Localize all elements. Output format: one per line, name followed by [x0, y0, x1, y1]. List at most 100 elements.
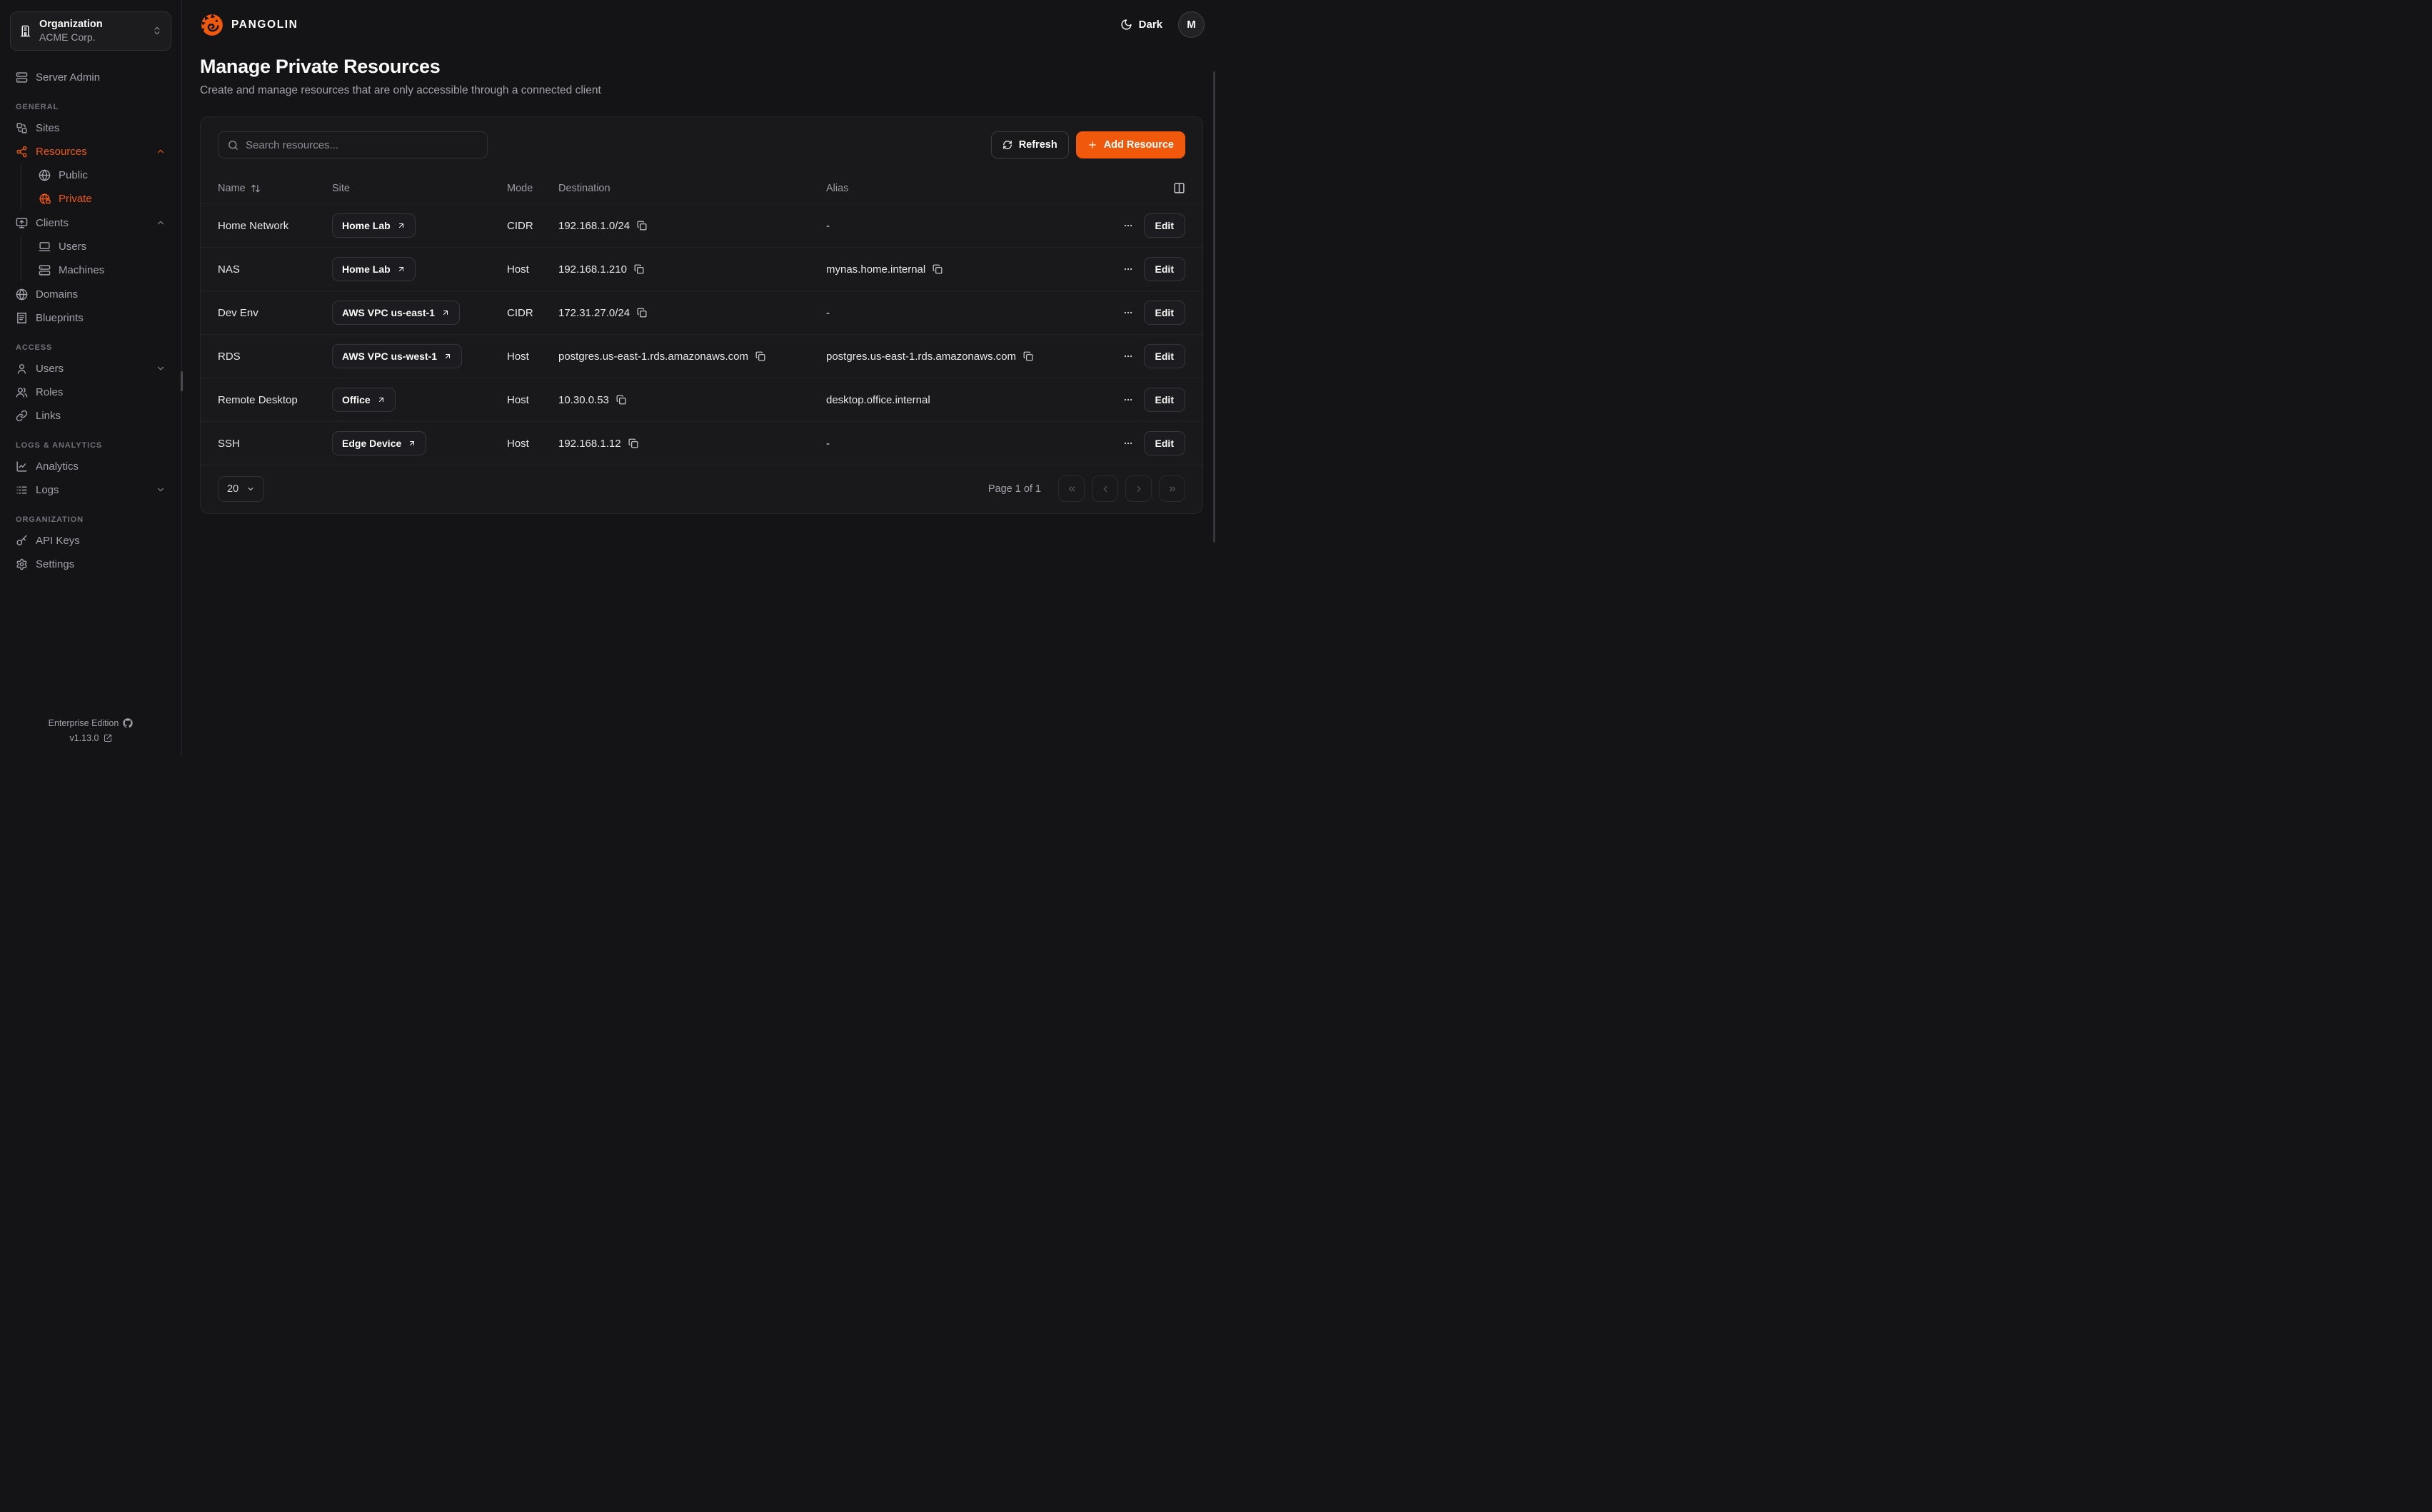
- cell-site: Home Lab: [332, 257, 507, 281]
- sidebar-item-links[interactable]: Links: [10, 405, 171, 427]
- sidebar-item-sites[interactable]: Sites: [10, 117, 171, 139]
- sidebar-item-server-admin[interactable]: Server Admin: [10, 66, 171, 89]
- edit-button[interactable]: Edit: [1144, 388, 1185, 412]
- column-visibility-button[interactable]: [1173, 182, 1185, 194]
- card-toolbar: Refresh Add Resource: [201, 117, 1202, 173]
- chevron-up-icon: [156, 218, 166, 228]
- sidebar-item-analytics[interactable]: Analytics: [10, 455, 171, 478]
- topbar-right: Dark M: [1120, 11, 1205, 38]
- sidebar-item-clients[interactable]: Clients: [10, 212, 171, 234]
- row-menu-button[interactable]: [1123, 395, 1133, 405]
- cell-site: Edge Device: [332, 431, 507, 455]
- copy-alias-button[interactable]: [1023, 351, 1033, 361]
- edition-row[interactable]: Enterprise Edition: [49, 718, 134, 728]
- cell-destination: 10.30.0.53: [558, 394, 826, 406]
- search-input[interactable]: [246, 139, 478, 151]
- table-row: SSH Edge Device Host 192.168.1.12 - Edit: [201, 422, 1202, 465]
- copy-destination-button[interactable]: [616, 395, 626, 405]
- external-link-icon: [104, 734, 112, 742]
- row-menu-button[interactable]: [1123, 351, 1133, 361]
- sidebar-item-resources[interactable]: Resources: [10, 141, 171, 163]
- row-menu-button[interactable]: [1123, 264, 1133, 274]
- page-size-select[interactable]: 20: [218, 476, 264, 502]
- sidebar-item-roles[interactable]: Roles: [10, 381, 171, 403]
- sidebar-item-label: Machines: [59, 264, 104, 276]
- first-page-button[interactable]: [1058, 475, 1085, 502]
- sidebar-item-client-users[interactable]: Users: [33, 236, 171, 258]
- cell-destination: postgres.us-east-1.rds.amazonaws.com: [558, 351, 826, 363]
- cell-site: Office: [332, 388, 507, 412]
- ellipsis-icon: [1123, 308, 1133, 318]
- cell-name: SSH: [218, 438, 332, 450]
- cell-destination: 192.168.1.0/24: [558, 220, 826, 232]
- next-page-button[interactable]: [1125, 475, 1152, 502]
- row-menu-button[interactable]: [1123, 221, 1133, 231]
- column-label: Name: [218, 183, 246, 194]
- edit-button[interactable]: Edit: [1144, 213, 1185, 238]
- sidebar-item-api-keys[interactable]: API Keys: [10, 530, 171, 552]
- copy-destination-button[interactable]: [634, 264, 644, 274]
- edit-button[interactable]: Edit: [1144, 257, 1185, 281]
- add-resource-button[interactable]: Add Resource: [1076, 131, 1185, 158]
- cell-actions: Edit: [1078, 431, 1185, 455]
- cell-site: AWS VPC us-west-1: [332, 344, 507, 368]
- table-row: RDS AWS VPC us-west-1 Host postgres.us-e…: [201, 335, 1202, 378]
- sidebar-item-logs[interactable]: Logs: [10, 479, 171, 501]
- theme-toggle[interactable]: Dark: [1120, 19, 1162, 31]
- row-menu-button[interactable]: [1123, 438, 1133, 448]
- copy-icon: [628, 438, 638, 448]
- refresh-button[interactable]: Refresh: [991, 131, 1069, 158]
- last-page-button[interactable]: [1159, 475, 1185, 502]
- sort-icon: [251, 183, 261, 193]
- column-header-name[interactable]: Name: [218, 183, 332, 194]
- table-row: Home Network Home Lab CIDR 192.168.1.0/2…: [201, 204, 1202, 248]
- avatar[interactable]: M: [1178, 11, 1205, 38]
- server-icon: [16, 71, 28, 84]
- site-link[interactable]: Edge Device: [332, 431, 426, 455]
- sidebar-item-blueprints[interactable]: Blueprints: [10, 307, 171, 329]
- destination-value: 192.168.1.0/24: [558, 220, 630, 232]
- org-name: ACME Corp.: [39, 31, 144, 44]
- column-header-alias: Alias: [826, 183, 1078, 194]
- search-box[interactable]: [218, 131, 488, 158]
- resources-card: Refresh Add Resource Name Site Mode Dest…: [200, 116, 1203, 514]
- brand[interactable]: PANGOLIN: [200, 13, 298, 37]
- copy-destination-button[interactable]: [637, 308, 647, 318]
- edit-button[interactable]: Edit: [1144, 301, 1185, 325]
- row-menu-button[interactable]: [1123, 308, 1133, 318]
- page-size-value: 20: [227, 483, 238, 495]
- copy-destination-button[interactable]: [637, 221, 647, 231]
- site-link[interactable]: AWS VPC us-east-1: [332, 301, 460, 325]
- chevron-right-icon: [1134, 484, 1144, 494]
- previous-page-button[interactable]: [1092, 475, 1118, 502]
- destination-value: postgres.us-east-1.rds.amazonaws.com: [558, 351, 748, 363]
- org-switcher[interactable]: Organization ACME Corp.: [10, 11, 171, 51]
- site-link[interactable]: Office: [332, 388, 396, 412]
- version-row[interactable]: v1.13.0: [69, 733, 111, 743]
- cell-alias: desktop.office.internal: [826, 394, 1078, 406]
- edit-button[interactable]: Edit: [1144, 431, 1185, 455]
- cell-alias: postgres.us-east-1.rds.amazonaws.com: [826, 351, 1078, 363]
- copy-alias-button[interactable]: [933, 264, 943, 274]
- copy-icon: [933, 264, 943, 274]
- site-link[interactable]: Home Lab: [332, 257, 416, 281]
- cell-alias: -: [826, 220, 1078, 232]
- sidebar-item-public[interactable]: Public: [33, 164, 171, 186]
- sidebar-item-private[interactable]: Private: [33, 188, 171, 210]
- column-header-mode: Mode: [507, 183, 558, 194]
- sidebar-item-users[interactable]: Users: [10, 358, 171, 380]
- ellipsis-icon: [1123, 264, 1133, 274]
- github-icon: [123, 718, 133, 728]
- sidebar-nav: Server Admin GENERAL Sites Resources Pub…: [10, 66, 171, 577]
- site-link[interactable]: Home Lab: [332, 213, 416, 238]
- sidebar-item-settings[interactable]: Settings: [10, 553, 171, 575]
- cell-name: Home Network: [218, 220, 332, 232]
- edition-label: Enterprise Edition: [49, 718, 119, 728]
- copy-destination-button[interactable]: [755, 351, 765, 361]
- copy-destination-button[interactable]: [628, 438, 638, 448]
- sidebar-item-machines[interactable]: Machines: [33, 259, 171, 281]
- edit-button[interactable]: Edit: [1144, 344, 1185, 368]
- alias-value: desktop.office.internal: [826, 394, 930, 406]
- site-link[interactable]: AWS VPC us-west-1: [332, 344, 462, 368]
- sidebar-item-domains[interactable]: Domains: [10, 283, 171, 306]
